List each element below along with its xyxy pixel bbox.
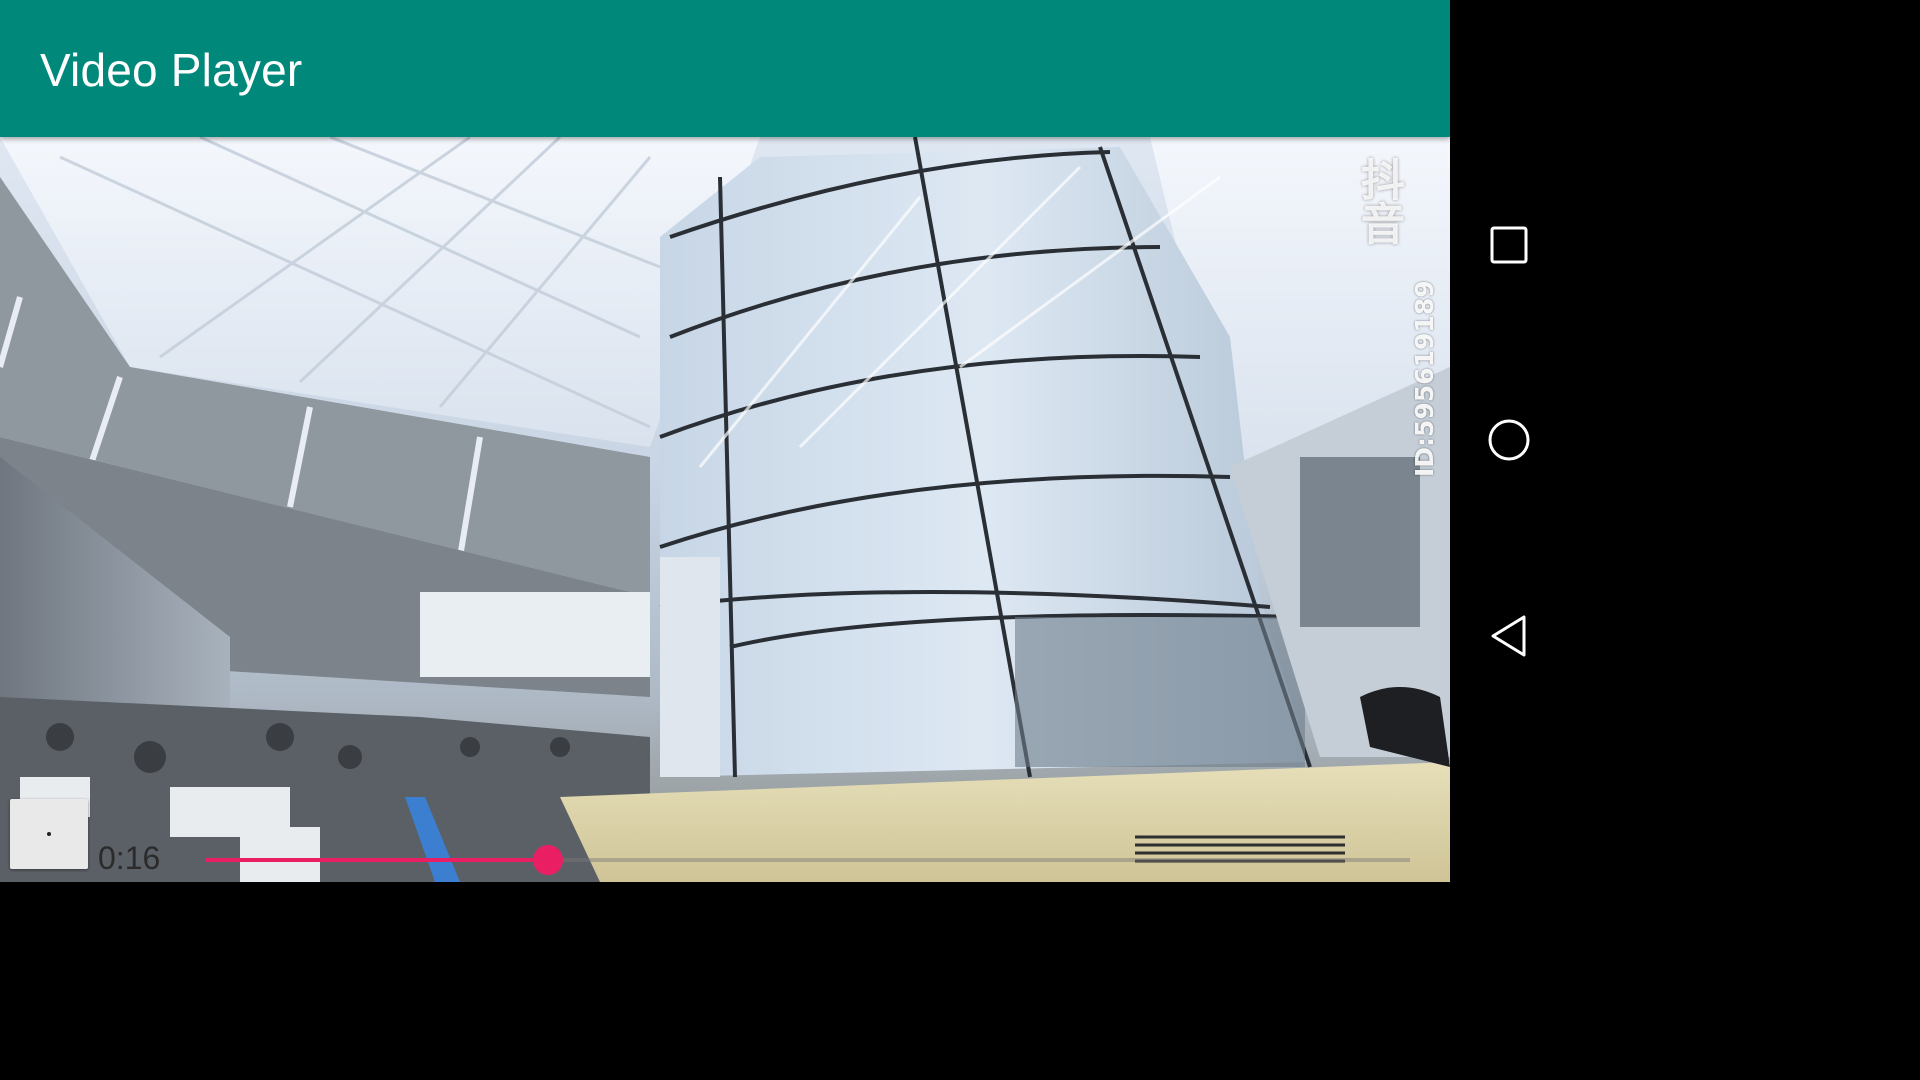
pause-dot-icon bbox=[47, 832, 51, 836]
video-frame-image bbox=[0, 137, 1450, 882]
app-bar: Video Player bbox=[0, 0, 1450, 137]
recents-button[interactable] bbox=[1479, 215, 1539, 275]
triangle-back-icon bbox=[1491, 615, 1526, 657]
app-window: Video Player 抖音 ID:595619189 0:16 bbox=[0, 0, 1450, 882]
play-pause-button[interactable] bbox=[10, 799, 88, 869]
video-view[interactable]: 抖音 ID:595619189 bbox=[0, 137, 1450, 882]
seek-bar-thumb[interactable] bbox=[533, 845, 564, 875]
current-time: 0:16 bbox=[98, 840, 161, 876]
back-button[interactable] bbox=[1479, 606, 1539, 666]
system-navigation-bar bbox=[1450, 0, 1568, 882]
seek-bar-progress bbox=[205, 858, 549, 862]
watermark-logo: 抖音 bbox=[1353, 157, 1404, 245]
square-icon bbox=[1490, 226, 1528, 264]
media-controls: 0:16 bbox=[0, 795, 1450, 882]
home-button[interactable] bbox=[1479, 410, 1539, 470]
seek-bar[interactable] bbox=[205, 845, 1410, 875]
watermark-id: ID:595619189 bbox=[1410, 280, 1439, 477]
app-title: Video Player bbox=[40, 44, 303, 96]
circle-icon bbox=[1488, 419, 1530, 461]
